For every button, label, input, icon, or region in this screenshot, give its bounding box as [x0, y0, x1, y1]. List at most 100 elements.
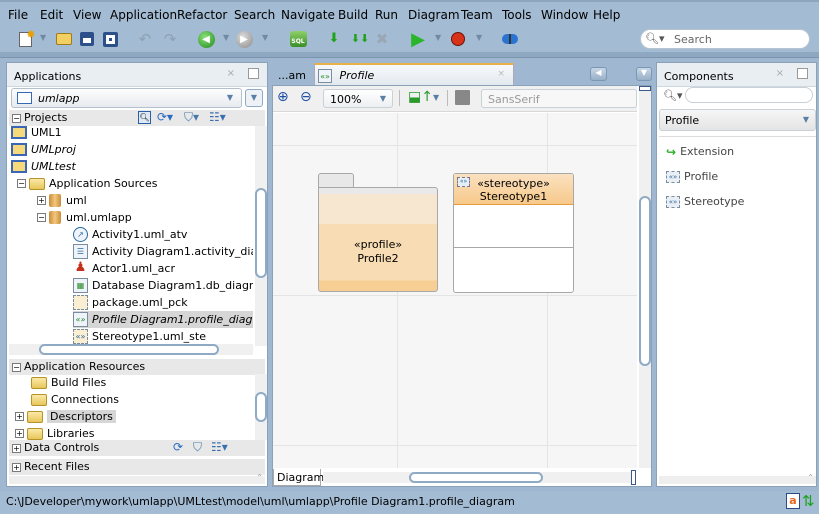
tree-item[interactable]: «» Stereotype1.uml_ste: [73, 328, 206, 345]
binoculars-icon[interactable]: [500, 29, 520, 49]
layout-icon[interactable]: ⬓↑: [408, 89, 433, 105]
resource-item[interactable]: Build Files: [31, 374, 106, 391]
expand-icon[interactable]: +: [37, 196, 46, 205]
save-all-icon[interactable]: [100, 29, 120, 49]
split-handle[interactable]: [631, 470, 636, 485]
sync-icon[interactable]: ⇅: [802, 492, 815, 510]
menu-search[interactable]: Search: [234, 8, 275, 22]
options-icon[interactable]: ☷▾: [209, 110, 226, 124]
back-icon[interactable]: ◀: [196, 29, 216, 49]
menu-application[interactable]: Application: [110, 8, 177, 22]
menu-team[interactable]: Team: [461, 8, 493, 22]
resource-item[interactable]: + Descriptors: [15, 408, 116, 425]
menu-run[interactable]: Run: [375, 8, 398, 22]
scrollbar-thumb[interactable]: [255, 392, 267, 422]
open-icon[interactable]: [54, 29, 74, 49]
zoom-select[interactable]: 100% ▼: [323, 89, 393, 108]
menu-help[interactable]: Help: [593, 8, 620, 22]
scrollbar-thumb[interactable]: [639, 196, 651, 366]
category-select[interactable]: Profile ▼: [659, 109, 816, 131]
debug-icon[interactable]: [448, 29, 468, 49]
audit-icon[interactable]: a: [786, 493, 800, 509]
search-field[interactable]: 🔍︎▾ Search: [640, 29, 810, 49]
fill-color-icon[interactable]: [455, 90, 470, 105]
rebuild-icon[interactable]: ⬇⬇: [350, 29, 370, 49]
menu-navigate[interactable]: Navigate: [281, 8, 335, 22]
refresh-icon[interactable]: ⟳▾: [157, 110, 173, 124]
close-icon[interactable]: ×: [776, 68, 784, 79]
editor-tab[interactable]: ...am: [272, 64, 314, 84]
find-icon[interactable]: 🔍︎: [138, 111, 151, 124]
recent-files-header[interactable]: + Recent Files: [9, 459, 265, 475]
expand-icon[interactable]: +: [15, 412, 24, 421]
tree-item[interactable]: + uml: [37, 192, 87, 209]
tree-item[interactable]: − uml.umlapp: [37, 209, 132, 226]
scrollbar-thumb[interactable]: [39, 344, 219, 355]
menu-file[interactable]: File: [8, 8, 28, 22]
filter-icon[interactable]: ⛉▾: [184, 110, 199, 125]
tree-item-selected[interactable]: «»Profile Diagram1.profile_diagram: [73, 311, 253, 328]
menu-refactor[interactable]: Refactor: [177, 8, 227, 22]
close-icon[interactable]: ×: [227, 68, 235, 79]
data-controls-header[interactable]: + Data Controls ⟳ ⛉ ☷▾: [9, 440, 265, 456]
editor-tab-active[interactable]: «» Profile Diagram1.profile_diagram ×: [314, 63, 514, 96]
scrollbar-thumb[interactable]: [409, 472, 543, 483]
make-icon[interactable]: ⬇: [324, 29, 344, 49]
resources-vertical-scrollbar[interactable]: [255, 374, 267, 440]
projects-horizontal-scrollbar[interactable]: [9, 344, 253, 355]
filter-icon[interactable]: ⛉: [193, 440, 202, 455]
minimize-icon[interactable]: [248, 68, 259, 79]
components-search-input[interactable]: [685, 87, 813, 103]
new-dropdown-icon[interactable]: ▼: [40, 33, 46, 42]
menu-tools[interactable]: Tools: [502, 8, 532, 22]
diagram-canvas[interactable]: «profile» Profile2 «» «stereotype» Stere…: [273, 113, 637, 468]
components-search[interactable]: 🔍︎▾: [663, 87, 818, 105]
palette-item-stereotype[interactable]: «» Stereotype: [666, 193, 744, 210]
application-resources-header[interactable]: − Application Resources: [9, 359, 265, 375]
menu-diagram[interactable]: Diagram: [408, 8, 460, 22]
layout-dropdown-icon[interactable]: ▼: [433, 93, 439, 102]
clean-icon[interactable]: ✖: [372, 29, 392, 49]
panel-resize-bar[interactable]: ⌃: [659, 473, 816, 484]
tree-item[interactable]: ♟ Actor1.uml_acr: [73, 260, 175, 277]
projects-vertical-scrollbar[interactable]: [255, 126, 267, 346]
tree-item[interactable]: ↗ Activity1.uml_atv: [73, 226, 187, 243]
sql-icon[interactable]: SQL: [288, 29, 308, 49]
palette-item-extension[interactable]: ↪ Extension: [666, 143, 734, 160]
debug-dropdown-icon[interactable]: ▼: [476, 33, 482, 42]
tab-list-button[interactable]: ▼: [636, 67, 652, 81]
menu-edit[interactable]: Edit: [40, 8, 63, 22]
projects-section-header[interactable]: − Projects 🔍︎ ⟳▾ ⛉▾ ☷▾: [9, 110, 265, 126]
application-selector[interactable]: umlapp ▼: [11, 88, 242, 108]
tree-item[interactable]: package.uml_pck: [73, 294, 188, 311]
menu-build[interactable]: Build: [338, 8, 368, 22]
search-icon[interactable]: 🔍︎▾: [663, 89, 683, 102]
minimize-icon[interactable]: [797, 68, 808, 79]
stereotype-element[interactable]: «» «stereotype» Stereotype1: [453, 173, 574, 293]
project-item[interactable]: UMLproj: [11, 141, 76, 158]
forward-icon[interactable]: ▶: [234, 29, 254, 49]
forward-dropdown-icon[interactable]: ▼: [262, 33, 268, 42]
collapse-icon[interactable]: −: [12, 114, 21, 123]
redo-icon[interactable]: ↷: [160, 29, 180, 49]
tree-item[interactable]: − Application Sources: [17, 175, 157, 192]
panel-resize-bar[interactable]: ⌃: [9, 473, 265, 484]
refresh-icon[interactable]: ⟳: [173, 440, 183, 454]
project-item[interactable]: UML1: [11, 126, 62, 141]
diagram-tab[interactable]: Diagram: [273, 469, 324, 486]
tree-item[interactable]: ▦Database Diagram1.db_diagram: [73, 277, 253, 294]
restore-icon[interactable]: ⌃: [807, 473, 814, 482]
application-menu-button[interactable]: ▼: [245, 89, 263, 107]
project-item[interactable]: UMLtest: [11, 158, 76, 175]
profile-element[interactable]: «profile» Profile2: [318, 187, 438, 292]
collapse-icon[interactable]: −: [17, 179, 26, 188]
search-icon[interactable]: 🔍︎▾: [645, 32, 665, 45]
resource-item[interactable]: Connections: [31, 391, 119, 408]
run-icon[interactable]: ▶: [408, 29, 428, 50]
zoom-out-icon[interactable]: ⊖: [300, 89, 312, 105]
expand-icon[interactable]: +: [12, 444, 21, 453]
palette-item-profile[interactable]: «» Profile: [666, 168, 718, 185]
run-dropdown-icon[interactable]: ▼: [435, 33, 441, 42]
expand-icon[interactable]: +: [15, 429, 24, 438]
collapse-icon[interactable]: −: [37, 213, 46, 222]
